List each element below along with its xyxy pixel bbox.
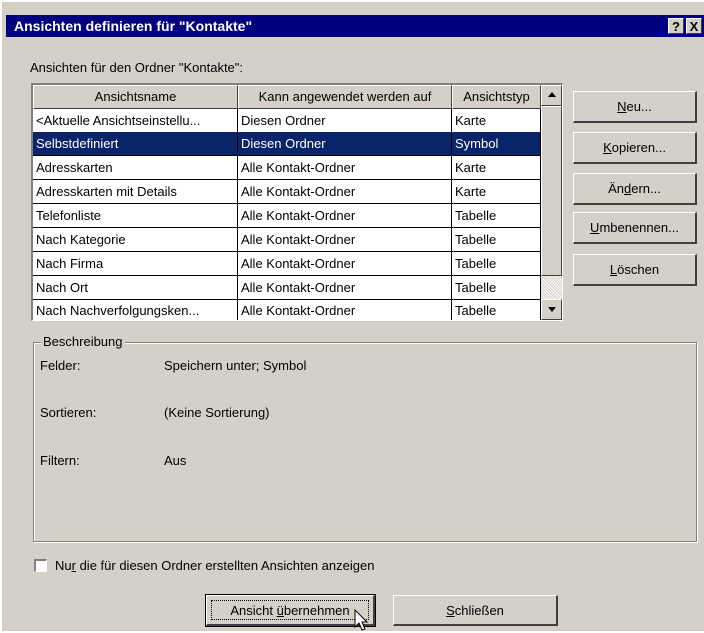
- view-type-cell: Tabelle: [452, 252, 541, 276]
- sort-label: Sortieren:: [40, 405, 97, 420]
- view-name-cell: Adresskarten mit Details: [33, 180, 238, 204]
- table-row-selected[interactable]: Selbstdefiniert Diesen Ordner Symbol: [33, 132, 541, 156]
- close-button-label-rest: chließen: [454, 603, 504, 618]
- arrow-down-icon: [548, 307, 556, 312]
- window-title: Ansichten definieren für "Kontakte": [14, 18, 253, 34]
- view-type-cell: Tabelle: [452, 204, 541, 228]
- view-name-cell: Nach Nachverfolgungsken...: [33, 299, 238, 320]
- scroll-up-button[interactable]: [541, 85, 562, 106]
- new-button-accesskey: N: [617, 99, 627, 114]
- view-name-cell: Telefonliste: [33, 204, 238, 228]
- table-row[interactable]: Nach Ort Alle Kontakt-Ordner Tabelle: [33, 276, 541, 300]
- scroll-down-button[interactable]: [541, 299, 562, 320]
- scrollbar-thumb[interactable]: [541, 106, 562, 276]
- new-button[interactable]: Neu...: [573, 91, 697, 123]
- delete-button[interactable]: Löschen: [573, 254, 697, 286]
- modify-button-label: Än: [608, 181, 625, 196]
- copy-button-label-rest: opieren...: [611, 140, 666, 155]
- modify-button[interactable]: Ändern...: [573, 173, 697, 205]
- view-type-cell: Karte: [452, 109, 541, 133]
- rename-button-label-rest: mbenennen...: [599, 220, 679, 235]
- view-name-cell: <Aktuelle Ansichtseinstellu...: [33, 109, 238, 133]
- copy-button-accesskey: K: [603, 140, 612, 155]
- view-type-cell: Karte: [452, 180, 541, 204]
- table-row[interactable]: <Aktuelle Ansichtseinstellu... Diesen Or…: [33, 109, 541, 133]
- apply-view-button[interactable]: Ansicht übernehmen: [205, 594, 376, 627]
- description-legend: Beschreibung: [41, 334, 125, 349]
- view-name-cell: Selbstdefiniert: [33, 132, 238, 156]
- description-groupbox: [33, 342, 697, 542]
- view-type-cell: Tabelle: [452, 276, 541, 300]
- help-button[interactable]: ?: [668, 18, 684, 34]
- mouse-pointer-icon: [354, 609, 369, 631]
- view-type-cell: Karte: [452, 156, 541, 180]
- applies-to-cell: Alle Kontakt-Ordner: [238, 252, 452, 276]
- rename-button[interactable]: Umbenennen...: [573, 212, 697, 244]
- only-this-folder-label[interactable]: Nur die für diesen Ordner erstellten Ans…: [55, 558, 374, 573]
- applies-to-cell: Diesen Ordner: [238, 132, 452, 156]
- views-list[interactable]: Ansichtsname Kann angewendet werden auf …: [31, 83, 563, 321]
- checkbox-label-text: Nu: [55, 558, 72, 573]
- fields-value: Speichern unter; Symbol: [164, 358, 307, 373]
- filter-label: Filtern:: [40, 453, 80, 468]
- applies-to-cell: Alle Kontakt-Ordner: [238, 156, 452, 180]
- close-button-accesskey: S: [446, 603, 455, 618]
- view-name-cell: Nach Kategorie: [33, 228, 238, 252]
- view-name-cell: Adresskarten: [33, 156, 238, 180]
- modify-button-label-rest: ern...: [631, 181, 661, 196]
- list-header: Ansichtsname Kann angewendet werden auf …: [33, 85, 541, 109]
- delete-button-label-rest: öschen: [617, 262, 660, 277]
- table-row[interactable]: Nach Firma Alle Kontakt-Ordner Tabelle: [33, 252, 541, 276]
- vertical-scrollbar[interactable]: [541, 85, 562, 320]
- view-name-cell: Nach Firma: [33, 252, 238, 276]
- column-header-applies-to[interactable]: Kann angewendet werden auf: [238, 85, 452, 109]
- applies-to-cell: Alle Kontakt-Ordner: [238, 204, 452, 228]
- filter-value: Aus: [164, 453, 187, 468]
- applies-to-cell: Alle Kontakt-Ordner: [238, 180, 452, 204]
- new-button-label-rest: eu...: [626, 99, 652, 114]
- checkbox-label-rest: die für diesen Ordner erstellten Ansicht…: [75, 558, 375, 573]
- applies-to-cell: Alle Kontakt-Ordner: [238, 276, 452, 300]
- close-button[interactable]: Schließen: [393, 595, 558, 626]
- applies-to-cell: Alle Kontakt-Ordner: [238, 228, 452, 252]
- view-type-cell: Tabelle: [452, 299, 541, 320]
- table-row[interactable]: Nach Kategorie Alle Kontakt-Ordner Tabel…: [33, 228, 541, 252]
- table-row[interactable]: Adresskarten Alle Kontakt-Ordner Karte: [33, 156, 541, 180]
- table-row[interactable]: Nach Nachverfolgungsken... Alle Kontakt-…: [33, 299, 541, 320]
- applies-to-cell: Diesen Ordner: [238, 109, 452, 133]
- table-row[interactable]: Adresskarten mit Details Alle Kontakt-Or…: [33, 180, 541, 204]
- table-row[interactable]: Telefonliste Alle Kontakt-Ordner Tabelle: [33, 204, 541, 228]
- applies-to-cell: Alle Kontakt-Ordner: [238, 299, 452, 320]
- arrow-up-icon: [548, 92, 556, 97]
- views-list-label: Ansichten für den Ordner "Kontakte":: [30, 60, 244, 75]
- scrollbar-track[interactable]: [541, 276, 562, 299]
- view-type-cell: Symbol: [452, 132, 541, 156]
- view-type-cell: Tabelle: [452, 228, 541, 252]
- fields-label: Felder:: [40, 358, 81, 373]
- view-name-cell: Nach Ort: [33, 276, 238, 300]
- copy-button[interactable]: Kopieren...: [573, 132, 697, 164]
- sort-value: (Keine Sortierung): [164, 405, 270, 420]
- only-this-folder-checkbox[interactable]: [34, 559, 47, 572]
- column-header-view-name[interactable]: Ansichtsname: [33, 85, 238, 109]
- column-header-view-type[interactable]: Ansichtstyp: [452, 85, 541, 109]
- title-bar[interactable]: Ansichten definieren für "Kontakte" ? X: [6, 15, 704, 37]
- close-window-button[interactable]: X: [686, 18, 702, 34]
- focus-rectangle: [211, 600, 369, 620]
- define-views-dialog: Ansichten definieren für "Kontakte" ? X …: [0, 0, 704, 631]
